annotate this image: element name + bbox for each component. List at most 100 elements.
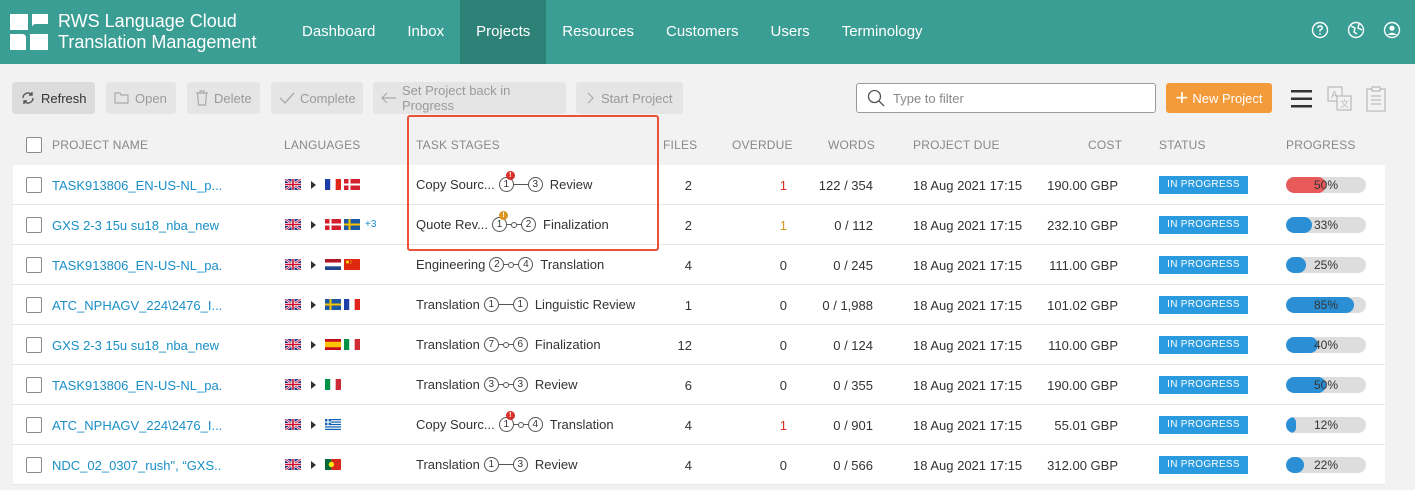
files-count: 2 (684, 178, 692, 193)
progress-bar: 22% (1286, 457, 1366, 473)
translate-icon[interactable]: A文 (1327, 86, 1353, 112)
nav-projects[interactable]: Projects (460, 0, 547, 64)
nav-terminology[interactable]: Terminology (826, 0, 939, 64)
col-task-stages[interactable]: TASK STAGES (416, 138, 500, 152)
project-name-link[interactable]: NDC_02_0307_rush", “GXS... (52, 458, 222, 473)
stage-to: Translation (540, 257, 605, 272)
languages (285, 339, 363, 350)
project-due: 18 Aug 2021 17:15 (913, 178, 1023, 193)
task-stages[interactable]: Quote Rev... 1! 2 Finalization (416, 211, 609, 232)
nav-inbox[interactable]: Inbox (391, 0, 460, 64)
col-project-due[interactable]: PROJECT DUE (913, 138, 1000, 152)
project-name-link[interactable]: TASK913806_EN-US-NL_p... (52, 178, 222, 193)
row-checkbox[interactable] (26, 297, 42, 313)
flag-gr-icon (325, 419, 341, 430)
project-name-link[interactable]: TASK913806_EN-US-NL_pa... (52, 258, 222, 273)
refresh-button[interactable]: Refresh (12, 82, 95, 114)
progress-bar: 50% (1286, 177, 1366, 193)
stage-to: Finalization (534, 337, 601, 352)
words-count: 0 / 566 (833, 458, 873, 473)
status-badge: IN PROGRESS (1159, 456, 1248, 474)
open-button[interactable]: Open (106, 82, 176, 114)
table-row[interactable]: GXS 2-3 15u su18_nba_new +3 Quote Rev... 1!… (13, 205, 1385, 245)
user-icon[interactable] (1383, 21, 1401, 39)
project-table: TASK913806_EN-US-NL_p... Copy Sourc... 1! 3… (13, 165, 1385, 485)
table-row[interactable]: TASK913806_EN-US-NL_p... Copy Sourc... 1! 3… (13, 165, 1385, 205)
task-stages[interactable]: Translation 3 3 Review (416, 377, 577, 392)
col-words[interactable]: WORDS (828, 138, 875, 152)
new-project-label: New Project (1192, 90, 1263, 106)
project-name-link[interactable]: ATC_NPHAGV_224\2476_I... (52, 418, 222, 433)
nav-resources[interactable]: Resources (546, 0, 650, 64)
task-stages[interactable]: Translation 1 1 Linguistic Review (416, 297, 635, 312)
table-row[interactable]: ATC_NPHAGV_224\2476_I... Copy Sourc... 1! 4… (13, 405, 1385, 445)
table-row[interactable]: GXS 2-3 15u su18_nba_new Translation 7 6 Fin… (13, 325, 1385, 365)
warning-badge-icon: ! (505, 411, 515, 420)
arrow-right-icon (311, 300, 316, 309)
nav-customers[interactable]: Customers (650, 0, 755, 64)
table-row[interactable]: NDC_02_0307_rush", “GXS... Translation 1 3 R… (13, 445, 1385, 485)
clipboard-icon[interactable] (1366, 86, 1386, 112)
project-due: 18 Aug 2021 17:15 (913, 218, 1023, 233)
row-checkbox[interactable] (26, 337, 42, 353)
stage-to-count: 4 (527, 417, 543, 432)
stage-connector (498, 341, 513, 348)
set-back-in-progress-button[interactable]: Set Project back in Progress (373, 82, 566, 114)
nav-users[interactable]: Users (755, 0, 826, 64)
progress-bar: 12% (1286, 417, 1366, 433)
col-cost[interactable]: COST (1088, 138, 1122, 152)
row-checkbox[interactable] (26, 257, 42, 273)
stage-connector (498, 381, 513, 388)
new-project-button[interactable]: + New Project (1166, 83, 1272, 113)
top-bar: RWS Language Cloud Translation Managemen… (0, 0, 1415, 64)
row-checkbox[interactable] (26, 417, 42, 433)
languages (285, 379, 344, 390)
stage-to-count: 3 (512, 377, 528, 392)
select-all-checkbox[interactable] (26, 137, 42, 153)
col-progress[interactable]: PROGRESS (1286, 138, 1356, 152)
complete-button[interactable]: Complete (271, 82, 363, 114)
flag-gb-icon (285, 459, 301, 470)
words-count: 0 / 124 (833, 338, 873, 353)
help-icon[interactable] (1311, 21, 1329, 39)
table-row[interactable]: TASK913806_EN-US-NL_pa... Translation 3 3 Re… (13, 365, 1385, 405)
col-status[interactable]: STATUS (1159, 138, 1206, 152)
col-overdue[interactable]: OVERDUE (732, 138, 793, 152)
project-name-link[interactable]: GXS 2-3 15u su18_nba_new (52, 218, 222, 233)
brand: RWS Language Cloud Translation Managemen… (58, 11, 256, 53)
stage-connector (513, 421, 528, 428)
nav-dashboard[interactable]: Dashboard (286, 0, 391, 64)
row-checkbox[interactable] (26, 177, 42, 193)
project-name-link[interactable]: TASK913806_EN-US-NL_pa... (52, 378, 222, 393)
stage-from: Copy Sourc... (416, 177, 495, 192)
delete-button[interactable]: Delete (187, 82, 260, 114)
col-languages[interactable]: LANGUAGES (284, 138, 361, 152)
task-stages[interactable]: Engineering 2 4 Translation (416, 257, 604, 272)
start-project-button[interactable]: Start Project (576, 82, 683, 114)
refresh-label: Refresh (41, 90, 87, 106)
menu-icon[interactable] (1291, 89, 1313, 109)
stage-from-count: 2 (489, 257, 505, 272)
files-count: 12 (677, 338, 692, 353)
flag-pt-icon (325, 459, 341, 470)
task-stages[interactable]: Copy Sourc... 1! 3 Review (416, 171, 592, 192)
globe-icon[interactable] (1347, 21, 1365, 39)
col-files[interactable]: FILES (663, 138, 697, 152)
stage-from: Copy Sourc... (416, 417, 495, 432)
row-checkbox[interactable] (26, 457, 42, 473)
words-count: 0 / 355 (833, 378, 873, 393)
filter-box (856, 83, 1156, 113)
project-name-link[interactable]: ATC_NPHAGV_224\2476_I... (52, 298, 222, 313)
progress-bar: 40% (1286, 337, 1366, 353)
table-row[interactable]: ATC_NPHAGV_224\2476_I... Translation 1 1 Lin… (13, 285, 1385, 325)
task-stages[interactable]: Copy Sourc... 1! 4 Translation (416, 411, 614, 432)
filter-input[interactable] (893, 90, 1133, 106)
task-stages[interactable]: Translation 1 3 Review (416, 457, 577, 472)
col-project-name[interactable]: PROJECT NAME (52, 138, 148, 152)
row-checkbox[interactable] (26, 377, 42, 393)
project-name-link[interactable]: GXS 2-3 15u su18_nba_new (52, 338, 222, 353)
row-checkbox[interactable] (26, 217, 42, 233)
table-row[interactable]: TASK913806_EN-US-NL_pa... Engineering 2 4 Tr… (13, 245, 1385, 285)
more-languages[interactable]: +3 (365, 219, 376, 230)
task-stages[interactable]: Translation 7 6 Finalization (416, 337, 601, 352)
